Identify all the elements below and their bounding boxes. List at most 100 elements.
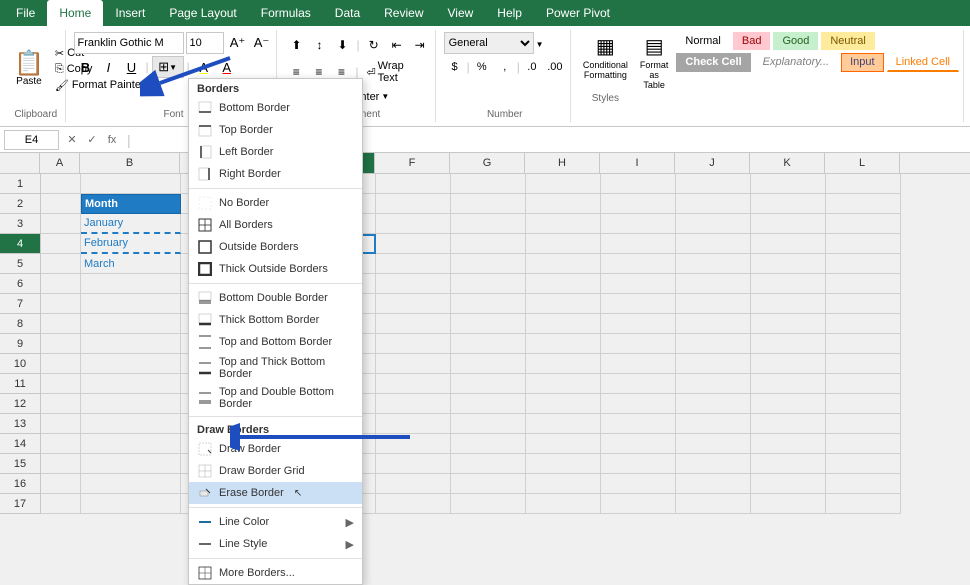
cell-i1[interactable] (601, 174, 676, 194)
cell-j2[interactable] (676, 194, 751, 214)
cell-j6[interactable] (676, 274, 751, 294)
cell-j10[interactable] (676, 354, 751, 374)
cell-f9[interactable] (376, 334, 451, 354)
cell-g2[interactable] (451, 194, 526, 214)
cell-f1[interactable] (376, 174, 451, 194)
style-normal[interactable]: Normal (676, 32, 729, 50)
cell-l17[interactable] (826, 494, 901, 514)
row-num-3[interactable]: 3 (0, 214, 40, 234)
cell-a3[interactable] (41, 214, 81, 234)
cell-f14[interactable] (376, 434, 451, 454)
cell-a14[interactable] (41, 434, 81, 454)
cell-g4[interactable] (451, 234, 526, 254)
cell-h6[interactable] (526, 274, 601, 294)
cell-g11[interactable] (451, 374, 526, 394)
cell-a5[interactable] (41, 254, 81, 274)
cell-reference-input[interactable]: E4 (4, 130, 59, 150)
bold-button[interactable]: B (74, 56, 96, 78)
conditional-formatting-button[interactable]: ▦ ConditionalFormatting (579, 32, 632, 82)
row-num-9[interactable]: 9 (0, 334, 40, 354)
cell-f11[interactable] (376, 374, 451, 394)
cell-f6[interactable] (376, 274, 451, 294)
cell-h7[interactable] (526, 294, 601, 314)
cell-f4[interactable] (376, 234, 451, 254)
cell-k14[interactable] (751, 434, 826, 454)
cell-a6[interactable] (41, 274, 81, 294)
row-num-17[interactable]: 17 (0, 494, 40, 514)
font-size-input[interactable] (186, 32, 224, 54)
cell-h17[interactable] (526, 494, 601, 514)
cell-j9[interactable] (676, 334, 751, 354)
style-input[interactable]: Input (841, 53, 883, 72)
cell-j7[interactable] (676, 294, 751, 314)
cell-h9[interactable] (526, 334, 601, 354)
cell-j1[interactable] (676, 174, 751, 194)
tab-file[interactable]: File (4, 0, 47, 26)
cell-h8[interactable] (526, 314, 601, 334)
border-item-thick-bottom[interactable]: Thick Bottom Border (189, 309, 362, 331)
cell-k12[interactable] (751, 394, 826, 414)
cell-i12[interactable] (601, 394, 676, 414)
cell-b10[interactable] (81, 354, 181, 374)
cell-g9[interactable] (451, 334, 526, 354)
cell-i9[interactable] (601, 334, 676, 354)
cell-i14[interactable] (601, 434, 676, 454)
draw-border-grid-item[interactable]: Draw Border Grid (189, 460, 362, 482)
cell-j16[interactable] (676, 474, 751, 494)
border-item-none[interactable]: No Border (189, 192, 362, 214)
cell-l14[interactable] (826, 434, 901, 454)
col-header-j[interactable]: J (675, 153, 750, 173)
cell-b6[interactable] (81, 274, 181, 294)
cell-i13[interactable] (601, 414, 676, 434)
cell-l8[interactable] (826, 314, 901, 334)
cell-b17[interactable] (81, 494, 181, 514)
cell-h15[interactable] (526, 454, 601, 474)
cell-l12[interactable] (826, 394, 901, 414)
cell-b2[interactable]: Month (81, 194, 181, 214)
indent-decrease-button[interactable]: ⇤ (386, 34, 408, 56)
cell-l13[interactable] (826, 414, 901, 434)
row-num-4[interactable]: 4 (0, 234, 40, 254)
cell-k8[interactable] (751, 314, 826, 334)
row-num-5[interactable]: 5 (0, 254, 40, 274)
cell-h16[interactable] (526, 474, 601, 494)
cell-f16[interactable] (376, 474, 451, 494)
border-item-left[interactable]: Left Border (189, 141, 362, 163)
cell-j15[interactable] (676, 454, 751, 474)
cell-k16[interactable] (751, 474, 826, 494)
style-check-cell[interactable]: Check Cell (676, 53, 750, 72)
border-item-top[interactable]: Top Border (189, 119, 362, 141)
erase-border-item[interactable]: Erase Border ↖ (189, 482, 362, 504)
col-header-f[interactable]: F (375, 153, 450, 173)
cell-k7[interactable] (751, 294, 826, 314)
border-item-bottom-double[interactable]: Bottom Double Border (189, 287, 362, 309)
cell-l2[interactable] (826, 194, 901, 214)
cell-b4[interactable]: February (81, 234, 181, 254)
increase-decimal-button[interactable]: .0 (521, 56, 543, 78)
cell-b13[interactable] (81, 414, 181, 434)
col-header-i[interactable]: I (600, 153, 675, 173)
border-item-right[interactable]: Right Border (189, 163, 362, 185)
col-header-h[interactable]: H (525, 153, 600, 173)
cell-j3[interactable] (676, 214, 751, 234)
align-middle-button[interactable]: ↕ (308, 34, 330, 56)
tab-help[interactable]: Help (485, 0, 534, 26)
cell-h2[interactable] (526, 194, 601, 214)
italic-button[interactable]: I (97, 56, 119, 78)
cell-a4[interactable] (41, 234, 81, 254)
cell-b12[interactable] (81, 394, 181, 414)
cell-f8[interactable] (376, 314, 451, 334)
cell-h4[interactable] (526, 234, 601, 254)
row-num-1[interactable]: 1 (0, 174, 40, 194)
col-header-g[interactable]: G (450, 153, 525, 173)
cell-a16[interactable] (41, 474, 81, 494)
formula-insert-function-button[interactable]: fx (103, 131, 121, 149)
border-item-outside[interactable]: Outside Borders (189, 236, 362, 258)
text-direction-button[interactable]: ↻ (363, 34, 385, 56)
row-num-16[interactable]: 16 (0, 474, 40, 494)
tab-view[interactable]: View (436, 0, 486, 26)
decrease-font-button[interactable]: A⁻ (250, 32, 272, 54)
cell-g16[interactable] (451, 474, 526, 494)
cell-b7[interactable] (81, 294, 181, 314)
tab-insert[interactable]: Insert (103, 0, 157, 26)
